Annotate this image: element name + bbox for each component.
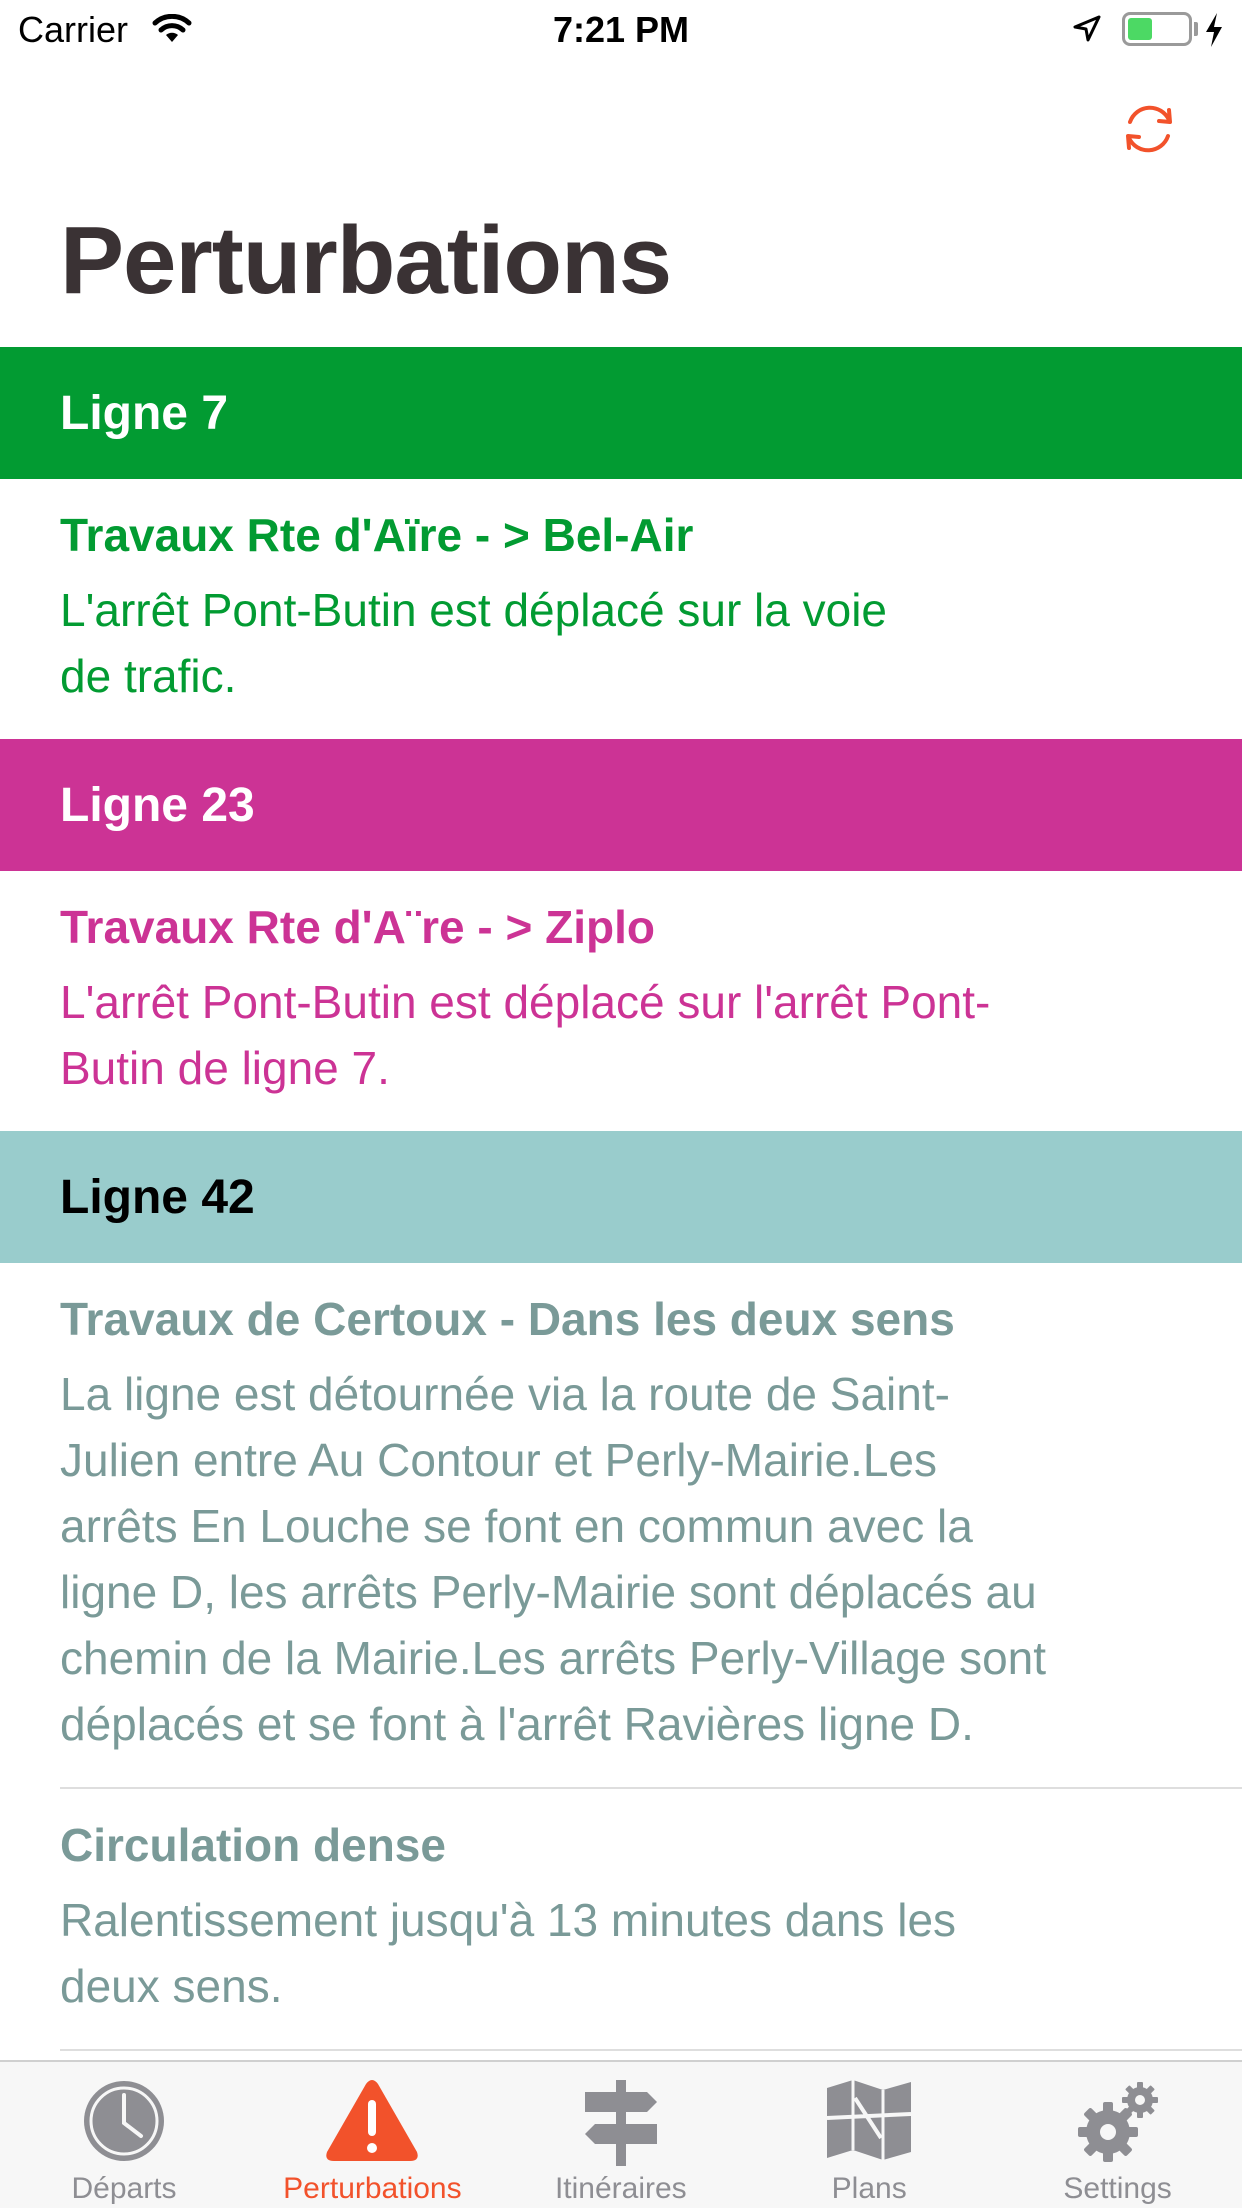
description-line: de trafic. [60,650,237,702]
line-header: Ligne 7 [0,347,1242,479]
page-title: Perturbations [60,207,672,314]
line-section-ligne-7: Ligne 7 Travaux Rte d'Aïre - > Bel-Air L'a… [0,347,1242,739]
status-bar: Carrier 7:21 PM [0,0,1242,62]
tab-label: Départs [71,2172,177,2205]
description-line: L'arrêt Pont-Butin est déplacé sur l'arr… [60,976,991,1028]
location-arrow-icon [1072,14,1102,49]
disruption-description: L'arrêt Pont-Butin est déplacé sur l'arr… [60,969,1182,1101]
disruptions-list: Ligne 7 Travaux Rte d'Aïre - > Bel-Air L'a… [0,347,1242,2051]
status-time: 7:21 PM [552,9,690,50]
map-icon [745,2078,993,2170]
line-header: Ligne 23 [0,739,1242,871]
description-line: arrêts En Louche se font en commun avec … [60,1500,973,1552]
tab-map[interactable]: Plans [745,2062,993,2210]
description-line: La ligne est détournée via la route de S… [60,1368,950,1420]
tab-label: Itinéraires [554,2172,687,2205]
tab-label: Perturbations [283,2172,462,2205]
tab-bar: Départs Perturbations Itinéraires Plans Sett… [0,2060,1242,2208]
battery-icon [1122,12,1192,46]
tab-signpost[interactable]: Itinéraires [497,2062,745,2210]
disruption-title: Travaux Rte d'Aïre - > Bel-Air [60,509,694,561]
clock-icon [0,2078,248,2170]
disruption-item[interactable]: Travaux de Certoux - Dans les deux sens L… [0,1263,1242,1787]
disruption-title: Circulation dense [60,1819,446,1871]
item-separator [60,2049,1242,2051]
disruption-item[interactable]: Travaux Rte d'A¨re - > Ziplo L'arrêt Pont… [0,871,1242,1131]
line-section-ligne-42: Ligne 42 Travaux de Certoux - Dans les de… [0,1131,1242,2051]
disruption-item[interactable]: Circulation dense Ralentissement jusqu'à … [0,1789,1242,2049]
description-line: Julien entre Au Contour et Perly-Mairie.… [60,1434,937,1486]
battery-cap [1194,22,1198,36]
disruption-description: Ralentissement jusqu'à 13 minutes dans l… [60,1887,1182,2019]
disruption-description: L'arrêt Pont-Butin est déplacé sur la vo… [60,577,1182,709]
description-line: L'arrêt Pont-Butin est déplacé sur la vo… [60,584,888,636]
gears-icon [994,2078,1242,2170]
refresh-button[interactable] [1114,94,1184,164]
refresh-icon [1126,105,1172,153]
disruption-title: Travaux Rte d'A¨re - > Ziplo [60,901,656,953]
tab-gears[interactable]: Settings [994,2062,1242,2210]
description-line: ligne D, les arrêts Perly-Mairie sont dé… [60,1566,1037,1618]
tab-label: Plans [831,2172,907,2205]
tab-label: Settings [1063,2172,1172,2205]
line-section-ligne-23: Ligne 23 Travaux Rte d'A¨re - > Ziplo L'ar… [0,739,1242,1131]
charging-bolt-icon [1204,12,1224,53]
disruption-item[interactable]: Travaux Rte d'Aïre - > Bel-Air L'arrêt Po… [0,479,1242,739]
description-line: déplacés et se font à l'arrêt Ravières l… [60,1698,974,1750]
tab-warning[interactable]: Perturbations [248,2062,496,2210]
warning-icon [248,2078,496,2170]
line-header: Ligne 42 [0,1131,1242,1263]
description-line: Ralentissement jusqu'à 13 minutes dans l… [60,1894,957,1946]
description-line: deux sens. [60,1960,283,2012]
disruption-description: La ligne est détournée via la route de S… [60,1361,1182,1757]
tab-clock[interactable]: Départs [0,2062,248,2210]
signpost-icon [497,2078,745,2170]
disruption-title: Travaux de Certoux - Dans les deux sens [60,1293,955,1345]
description-line: chemin de la Mairie.Les arrêts Perly-Vil… [60,1632,1047,1684]
description-line: Butin de ligne 7. [60,1042,390,1094]
